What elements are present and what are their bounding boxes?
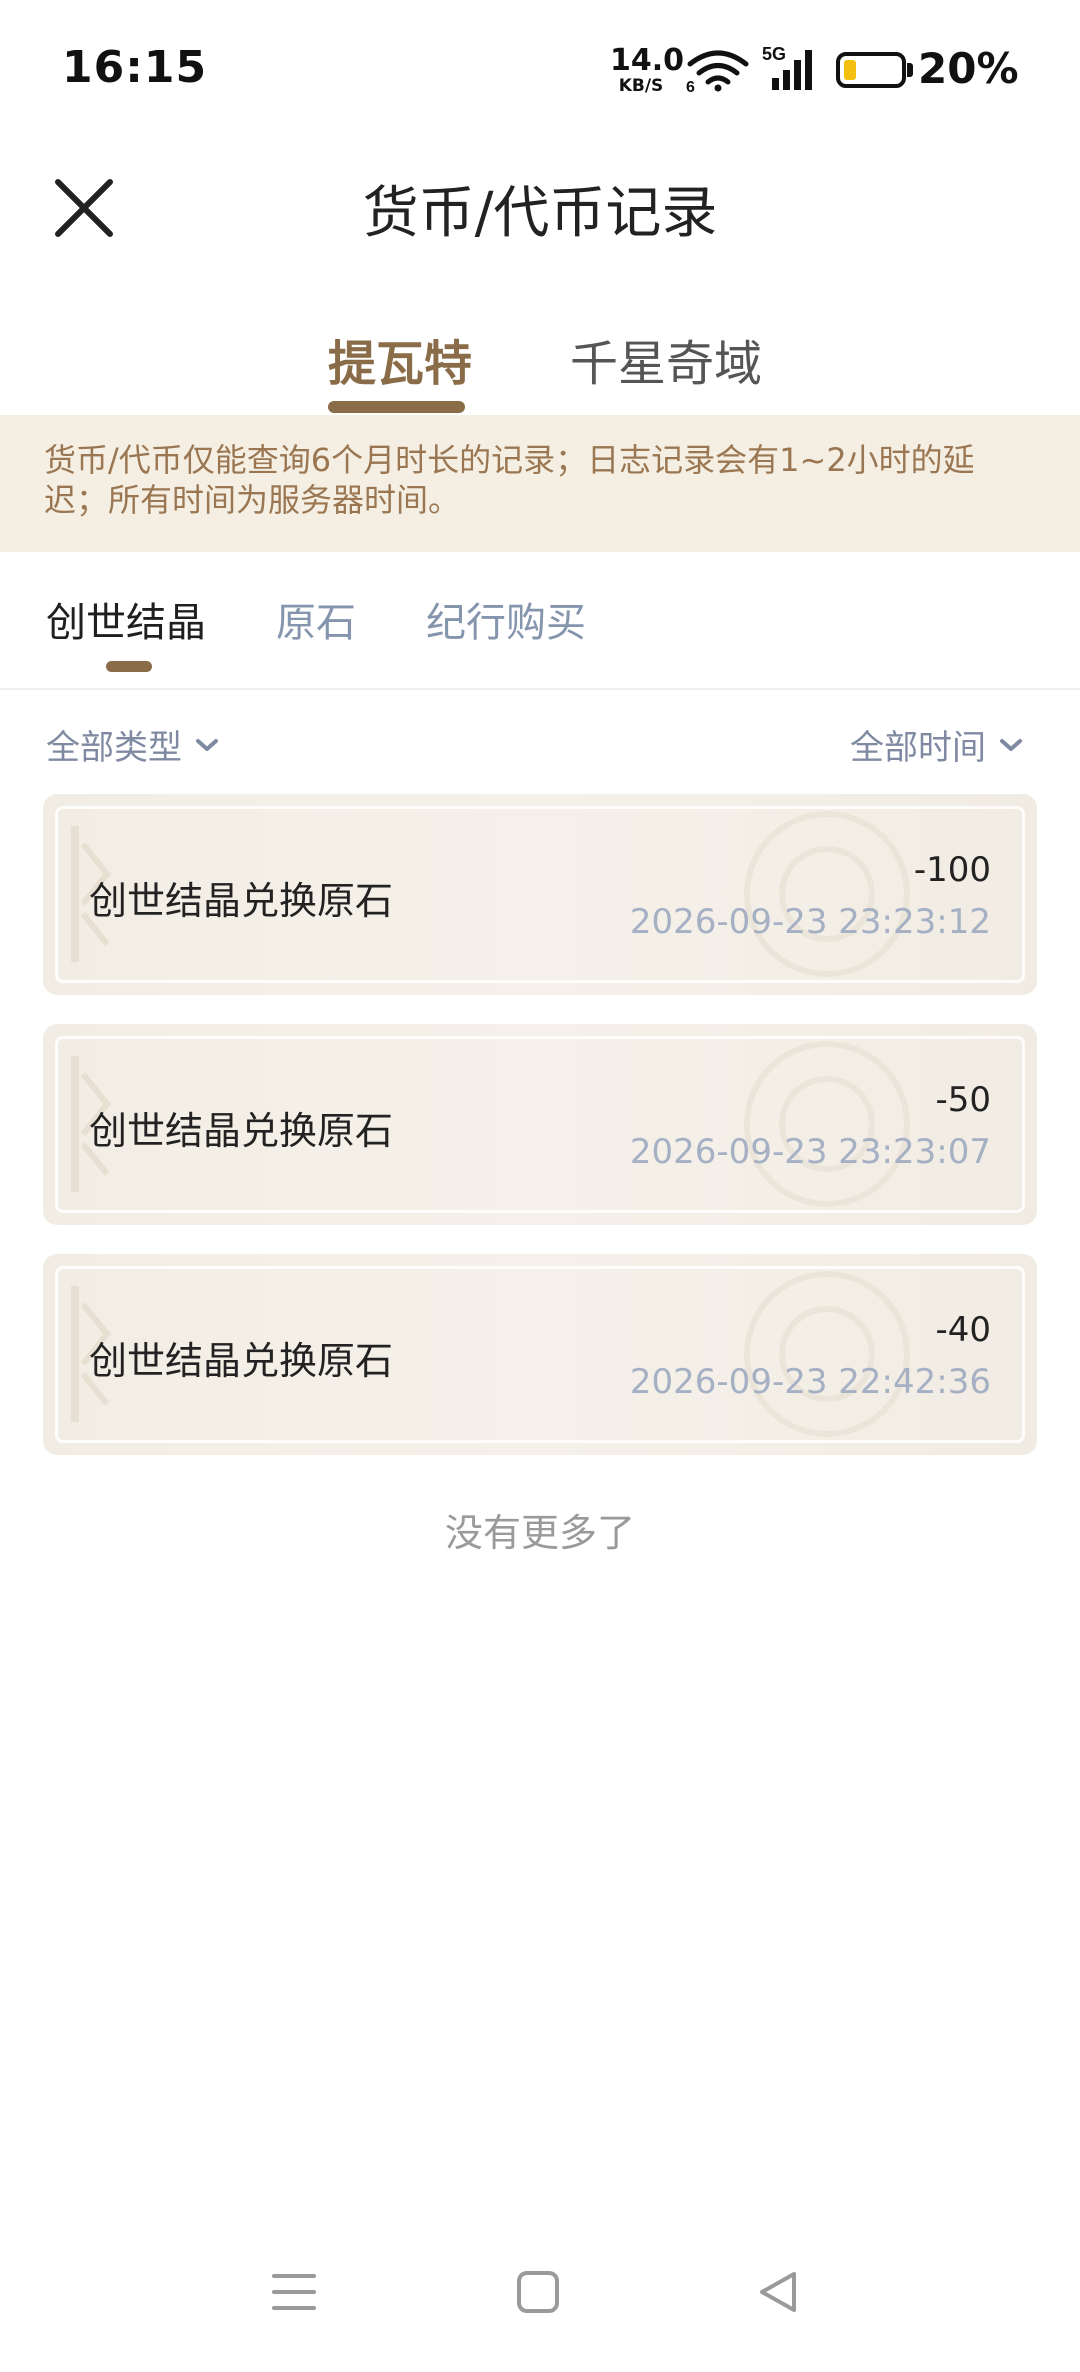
battery-level	[844, 60, 857, 80]
no-more-text: 没有更多了	[444, 1511, 635, 1555]
record-time: 2026-09-23 23:23:12	[629, 902, 991, 942]
record-amount: -40	[935, 1310, 991, 1350]
network-speed-value: 14.0	[610, 43, 685, 78]
network-speed: 14.0 KB/S	[610, 43, 685, 96]
home-icon[interactable]	[514, 2268, 562, 2320]
card-watermark-icon	[744, 811, 910, 977]
tab-genesis-crystal[interactable]: 创世结晶	[46, 590, 206, 648]
tab-primogem[interactable]: 原石	[276, 590, 356, 648]
page-title: 货币/代币记录	[362, 181, 718, 246]
battery-percent: 20%	[918, 44, 1019, 93]
chevron-down-icon	[1000, 738, 1022, 751]
chevron-down-icon	[196, 738, 218, 751]
type-filter-label: 全部类型	[46, 728, 182, 768]
time-filter-label: 全部时间	[850, 728, 986, 768]
battery-icon	[836, 52, 906, 88]
tab-active-indicator	[328, 401, 465, 413]
divider	[0, 688, 1080, 690]
currency-tab-indicator	[106, 661, 152, 672]
record-amount: -100	[913, 850, 991, 890]
notice-text: 货币/代币仅能查询6个月时长的记录；日志记录会有1~2小时的延迟；所有时间为服务…	[44, 441, 975, 519]
card-watermark-icon	[744, 1041, 910, 1207]
wifi-icon: 6	[686, 48, 750, 96]
status-time: 16:15	[62, 42, 208, 93]
battery-cap	[907, 63, 913, 77]
record-time: 2026-09-23 22:42:36	[629, 1362, 991, 1402]
record-title: 创世结晶兑换原石	[89, 1339, 394, 1383]
signal-badge: 5G	[762, 44, 786, 64]
card-watermark-icon	[744, 1271, 910, 1437]
record-title: 创世结晶兑换原石	[89, 1109, 394, 1153]
tab-battle-pass-purchase[interactable]: 纪行购买	[426, 590, 586, 648]
record-card: 创世结晶兑换原石 -40 2026-09-23 22:42:36	[43, 1254, 1037, 1455]
signal-icon: 5G	[762, 44, 822, 98]
record-card: 创世结晶兑换原石 -50 2026-09-23 23:23:07	[43, 1024, 1037, 1225]
record-title: 创世结晶兑换原石	[89, 879, 394, 923]
wifi-badge: 6	[686, 79, 695, 92]
record-time: 2026-09-23 23:23:07	[629, 1132, 991, 1172]
back-icon[interactable]	[754, 2268, 802, 2320]
time-filter[interactable]: 全部时间	[850, 720, 1024, 769]
network-speed-unit: KB/S	[618, 76, 664, 96]
record-amount: -50	[935, 1080, 991, 1120]
type-filter[interactable]: 全部类型	[46, 720, 220, 769]
tab-miliastra[interactable]: 千星奇域	[570, 324, 762, 394]
menu-icon[interactable]	[270, 2268, 318, 2320]
tab-teyvat[interactable]: 提瓦特	[328, 324, 472, 394]
record-card: 创世结晶兑换原石 -100 2026-09-23 23:23:12	[43, 794, 1037, 995]
